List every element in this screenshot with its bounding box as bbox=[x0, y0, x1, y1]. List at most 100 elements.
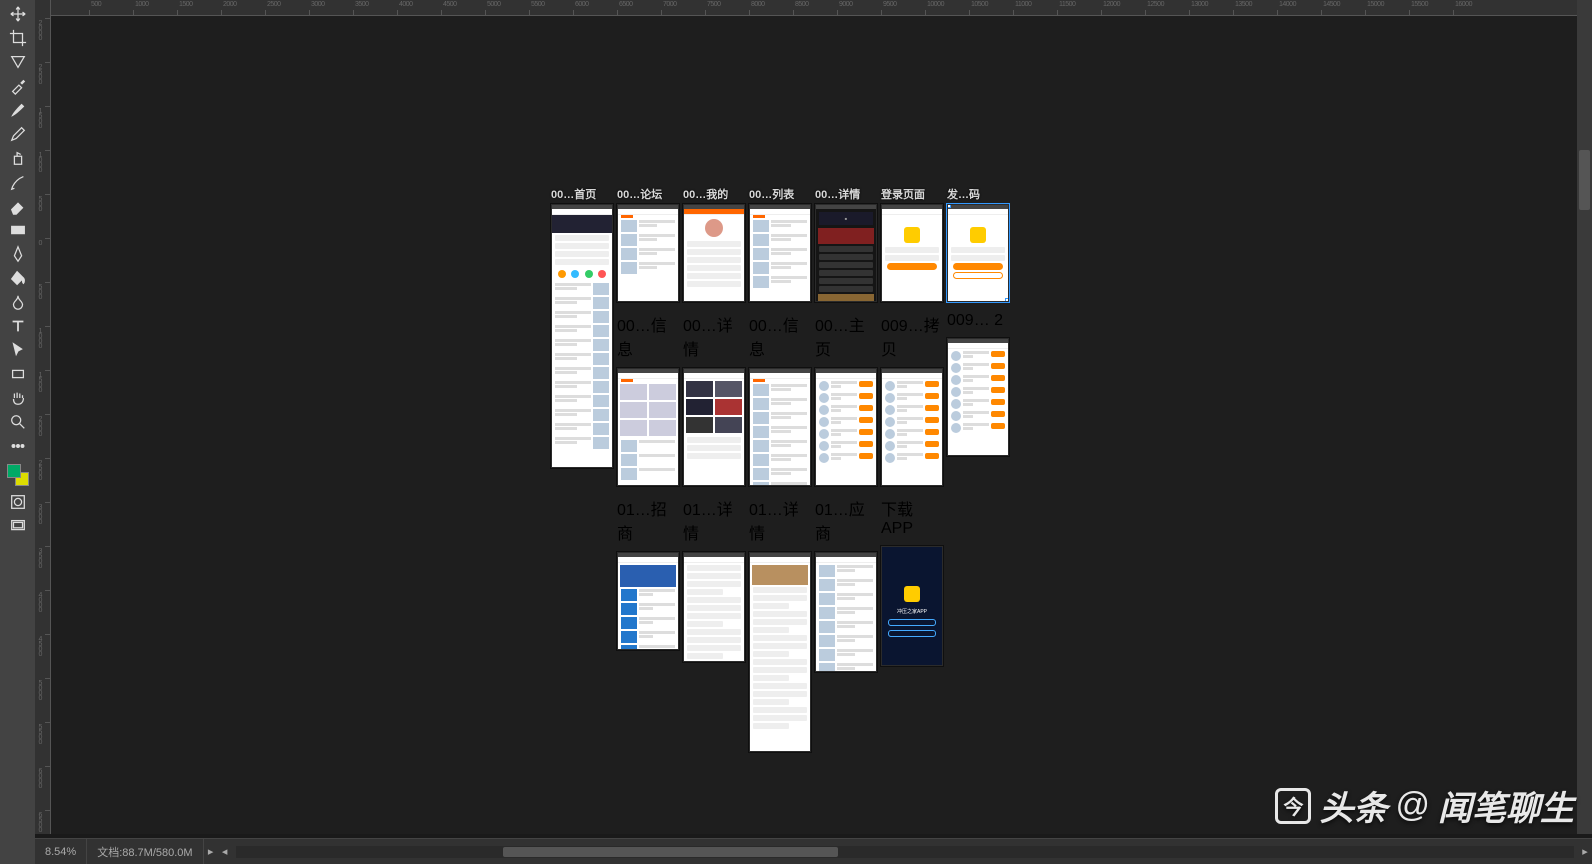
artboard[interactable]: ■ bbox=[815, 204, 877, 302]
ruler-h-tick: 2500 bbox=[267, 1, 281, 8]
artboard-label[interactable]: 00…首页 bbox=[551, 186, 613, 202]
ruler-h-tick: 3000 bbox=[311, 1, 325, 8]
artboard-label[interactable]: 00…我的 bbox=[683, 186, 745, 202]
ruler-v-tick: 0 bbox=[37, 240, 44, 245]
artboard-sublabel[interactable]: 01…详情 bbox=[749, 496, 811, 544]
ruler-horizontal[interactable]: 0500100015002000250030003500400045005000… bbox=[35, 0, 1577, 16]
artboard[interactable] bbox=[683, 204, 745, 302]
artboard[interactable] bbox=[881, 368, 943, 486]
artboard-sublabel[interactable]: 009… 2 bbox=[947, 312, 1009, 330]
paint-bucket-icon[interactable] bbox=[6, 266, 30, 290]
eyedropper-tool-icon[interactable] bbox=[6, 74, 30, 98]
artboard-sublabel[interactable]: 01…应商 bbox=[815, 496, 877, 544]
artboard-label[interactable]: 00…论坛 bbox=[617, 186, 679, 202]
watermark-author: 闻笔聊生 bbox=[1438, 781, 1574, 830]
artboard[interactable] bbox=[881, 204, 943, 302]
ruler-h-tick: 13000 bbox=[1191, 1, 1208, 8]
artboard-sublabel[interactable]: 01…招商 bbox=[617, 496, 679, 544]
ruler-v-tick: 6500 bbox=[37, 812, 44, 832]
zoom-tool-icon[interactable] bbox=[6, 410, 30, 434]
status-bar: 8.54% 文档:88.7M/580.0M ▸ ◂ ▸ bbox=[35, 838, 1592, 864]
lasso-tool-icon[interactable] bbox=[6, 50, 30, 74]
artboard-sublabel[interactable]: 00…信息 bbox=[617, 312, 679, 360]
artboard[interactable] bbox=[947, 204, 1009, 302]
artboard-label[interactable]: 发…码 bbox=[947, 186, 1009, 202]
history-brush-icon[interactable] bbox=[6, 170, 30, 194]
ruler-h-tick: 5000 bbox=[487, 1, 501, 8]
screenmode-icon[interactable] bbox=[6, 514, 30, 538]
ruler-v-tick: 4000 bbox=[37, 592, 44, 612]
hscroll-left-icon[interactable]: ◂ bbox=[218, 839, 232, 864]
ruler-v-tick: 2000 bbox=[37, 20, 44, 40]
artboard[interactable] bbox=[617, 552, 679, 650]
ruler-h-tick: 5500 bbox=[531, 1, 545, 8]
artboard[interactable] bbox=[749, 552, 811, 752]
move-tool-icon[interactable] bbox=[6, 2, 30, 26]
ruler-h-tick: 4000 bbox=[399, 1, 413, 8]
ruler-h-tick: 6000 bbox=[575, 1, 589, 8]
brush-tool-icon[interactable] bbox=[6, 98, 30, 122]
artboard-label[interactable]: 00…列表 bbox=[749, 186, 811, 202]
artboard[interactable] bbox=[815, 552, 877, 672]
ruler-h-tick: 8000 bbox=[751, 1, 765, 8]
ruler-h-tick: 2000 bbox=[223, 1, 237, 8]
path-select-icon[interactable] bbox=[6, 338, 30, 362]
artboard[interactable] bbox=[617, 368, 679, 486]
ruler-h-tick: 10000 bbox=[927, 1, 944, 8]
scrollbar-horizontal[interactable] bbox=[236, 846, 1574, 858]
hand-tool-icon[interactable] bbox=[6, 386, 30, 410]
ruler-v-tick: 500 bbox=[37, 284, 44, 299]
quickmask-icon[interactable] bbox=[6, 490, 30, 514]
ruler-h-tick: 9000 bbox=[839, 1, 853, 8]
artboard[interactable] bbox=[617, 204, 679, 302]
artboard[interactable] bbox=[683, 368, 745, 486]
zoom-level[interactable]: 8.54% bbox=[35, 839, 87, 864]
crop-tool-icon[interactable] bbox=[6, 26, 30, 50]
ruler-h-tick: 14000 bbox=[1279, 1, 1296, 8]
smudge-tool-icon[interactable] bbox=[6, 290, 30, 314]
artboard-sublabel[interactable]: 009…拷贝 bbox=[881, 312, 943, 360]
doc-info-chevron-icon[interactable]: ▸ bbox=[204, 839, 218, 864]
hscroll-right-icon[interactable]: ▸ bbox=[1578, 839, 1592, 864]
artboard[interactable]: 冲压之家APP bbox=[881, 546, 943, 666]
artboard[interactable] bbox=[815, 368, 877, 486]
ruler-vertical[interactable]: 2000250015001000500050010001500200025003… bbox=[35, 0, 51, 834]
ruler-v-tick: 1500 bbox=[37, 372, 44, 392]
ruler-v-tick: 1000 bbox=[37, 152, 44, 172]
ruler-h-tick: 6500 bbox=[619, 1, 633, 8]
ruler-v-tick: 1500 bbox=[37, 108, 44, 128]
type-tool-icon[interactable] bbox=[6, 314, 30, 338]
ruler-h-tick: 15500 bbox=[1411, 1, 1428, 8]
rectangle-tool-icon[interactable] bbox=[6, 362, 30, 386]
color-swatch[interactable] bbox=[7, 464, 29, 486]
ruler-v-tick: 2000 bbox=[37, 416, 44, 436]
pen-tool-icon[interactable] bbox=[6, 242, 30, 266]
scrollbar-thumb[interactable] bbox=[1579, 150, 1590, 210]
artboard[interactable] bbox=[947, 338, 1009, 456]
eraser-tool-icon[interactable] bbox=[6, 194, 30, 218]
gradient-tool-icon[interactable] bbox=[6, 218, 30, 242]
more-tools-icon[interactable] bbox=[6, 434, 30, 458]
artboard-sublabel[interactable]: 01…详情 bbox=[683, 496, 745, 544]
clone-tool-icon[interactable] bbox=[6, 146, 30, 170]
artboard-label[interactable]: 登录页面 bbox=[881, 186, 943, 202]
ruler-h-tick: 10500 bbox=[971, 1, 988, 8]
artboard[interactable] bbox=[551, 204, 613, 468]
artboard-sublabel[interactable]: 00…详情 bbox=[683, 312, 745, 360]
artboard[interactable] bbox=[683, 552, 745, 662]
artboard-sublabel[interactable]: 00…主页 bbox=[815, 312, 877, 360]
ruler-h-tick: 12500 bbox=[1147, 1, 1164, 8]
canvas-area[interactable]: 00…首页00…论坛 00…信息 01…招商 00…我的 00…详情 01…详情 00…列表… bbox=[51, 16, 1577, 834]
artboard-sublabel[interactable]: 00…信息 bbox=[749, 312, 811, 360]
watermark: 今 头条 @ 闻笔聊生 bbox=[1275, 781, 1574, 830]
hscroll-thumb[interactable] bbox=[503, 847, 838, 857]
artboard-sublabel[interactable]: 下载APP bbox=[881, 496, 943, 538]
watermark-logo-icon: 今 bbox=[1275, 788, 1311, 824]
ruler-h-tick: 500 bbox=[91, 1, 101, 8]
artboard-label[interactable]: 00…详情 bbox=[815, 186, 877, 202]
pencil-tool-icon[interactable] bbox=[6, 122, 30, 146]
ruler-h-tick: 8500 bbox=[795, 1, 809, 8]
artboard[interactable] bbox=[749, 368, 811, 486]
artboard[interactable] bbox=[749, 204, 811, 302]
scrollbar-vertical[interactable] bbox=[1577, 0, 1592, 834]
